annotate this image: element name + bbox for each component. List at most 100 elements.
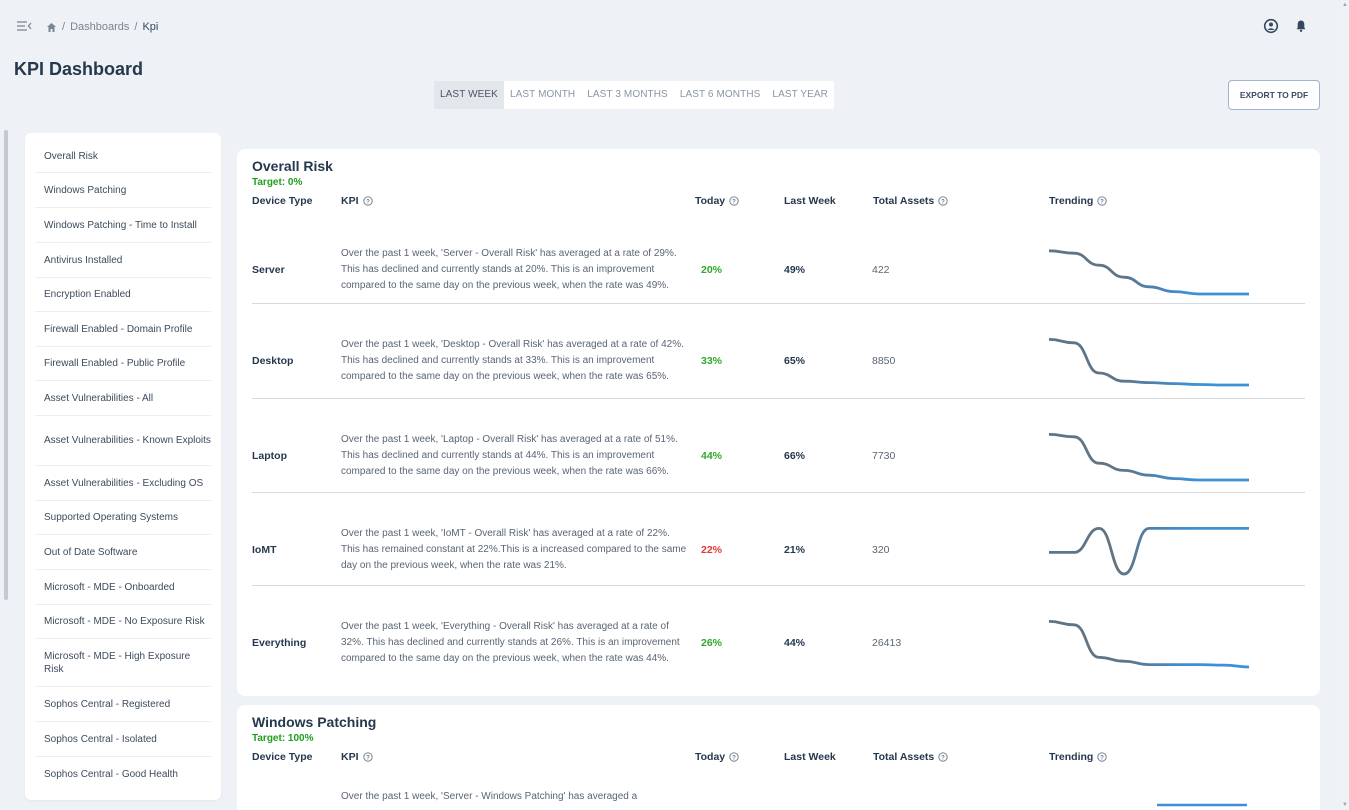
- trend-line: [1049, 433, 1249, 482]
- svg-text:?: ?: [366, 755, 370, 761]
- total-assets-value: 320: [872, 544, 890, 556]
- sidebar-item-firewall-domain[interactable]: Firewall Enabled - Domain Profile: [35, 312, 211, 347]
- kpi-description: Over the past 1 week, 'IoMT - Overall Ri…: [341, 528, 687, 571]
- sidebar-item-windows-patching[interactable]: Windows Patching: [35, 173, 211, 208]
- device-type: IoMT: [252, 544, 277, 556]
- home-icon[interactable]: [46, 22, 57, 33]
- device-type: Laptop: [252, 450, 287, 462]
- header-last-week: Last Week: [784, 751, 836, 763]
- period-tabs: LAST WEEK LAST MONTH LAST 3 MONTHS LAST …: [434, 81, 834, 109]
- tab-last-month[interactable]: LAST MONTH: [504, 81, 581, 109]
- trend-line: [1049, 620, 1249, 669]
- device-type: Desktop: [252, 355, 294, 367]
- overall-risk-panel: Overall Risk Target: 0% Device Type KPI?…: [237, 149, 1320, 696]
- panel-title: Windows Patching: [252, 714, 377, 730]
- kpi-description: Over the past 1 week, 'Everything - Over…: [341, 621, 680, 664]
- last-week-value: 44%: [784, 637, 806, 649]
- sidebar-item-encryption[interactable]: Encryption Enabled: [35, 278, 211, 312]
- device-type: Server: [252, 264, 285, 276]
- svg-text:?: ?: [941, 199, 945, 205]
- trend-sparkline: [1157, 803, 1247, 807]
- sidebar-item-out-of-date-software[interactable]: Out of Date Software: [35, 535, 211, 570]
- scroll-up-icon[interactable]: ▲: [1342, 2, 1348, 8]
- svg-text:?: ?: [1101, 755, 1105, 761]
- trend-line: [1049, 249, 1249, 296]
- last-week-value: 49%: [784, 264, 806, 276]
- kpi-sidebar: Overall Risk Windows Patching Windows Pa…: [25, 133, 221, 800]
- trend-sparkline: [1049, 249, 1249, 296]
- last-week-value: 21%: [784, 544, 806, 556]
- total-assets-value: 26413: [872, 637, 902, 649]
- bell-icon[interactable]: [1293, 18, 1309, 34]
- sidebar-item-antivirus[interactable]: Antivirus Installed: [35, 243, 211, 278]
- sidebar-item-vuln-excluding-os[interactable]: Asset Vulnerabilities - Excluding OS: [35, 466, 211, 501]
- header-device-type: Device Type: [252, 195, 313, 207]
- header-today: Today?: [695, 195, 739, 207]
- svg-text:?: ?: [941, 755, 945, 761]
- breadcrumb-separator: /: [134, 21, 138, 33]
- kpi-description: Over the past 1 week, 'Server - Overall …: [341, 248, 677, 291]
- help-icon[interactable]: ?: [362, 196, 373, 206]
- header-total-assets: Total Assets?: [873, 195, 948, 207]
- kpi-description: Over the past 1 week, 'Server - Windows …: [341, 791, 638, 802]
- sidebar-item-supported-os[interactable]: Supported Operating Systems: [35, 501, 211, 535]
- sidebar-item-sophos-good-health[interactable]: Sophos Central - Good Health: [35, 757, 211, 792]
- help-icon[interactable]: ?: [938, 752, 948, 762]
- row-divider: [252, 585, 1305, 586]
- help-icon[interactable]: ?: [1097, 196, 1107, 206]
- header-trending: Trending?: [1049, 195, 1107, 207]
- header-kpi: KPI?: [341, 751, 373, 763]
- window-scrollbar[interactable]: ▲ ▼: [1341, 0, 1349, 810]
- tab-last-week[interactable]: LAST WEEK: [434, 81, 504, 109]
- tab-last-year[interactable]: LAST YEAR: [766, 81, 834, 109]
- today-value: 26%: [701, 637, 723, 649]
- scroll-down-icon[interactable]: ▼: [1342, 802, 1348, 808]
- tab-last-6-months[interactable]: LAST 6 MONTHS: [674, 81, 767, 109]
- header-today: Today?: [695, 751, 739, 763]
- help-icon[interactable]: ?: [1097, 752, 1107, 762]
- header-trending: Trending?: [1049, 751, 1107, 763]
- page-title: KPI Dashboard: [14, 59, 144, 79]
- svg-text:?: ?: [732, 199, 736, 205]
- help-icon[interactable]: ?: [362, 752, 373, 762]
- sidebar-item-mde-onboarded[interactable]: Microsoft - MDE - Onboarded: [35, 570, 211, 605]
- device-type: Everything: [252, 637, 307, 649]
- breadcrumb: / Dashboards / Kpi: [46, 21, 158, 33]
- account-icon[interactable]: [1263, 18, 1279, 34]
- windows-patching-panel: Windows Patching Target: 100% Device Typ…: [237, 705, 1320, 810]
- sidebar-item-sophos-isolated[interactable]: Sophos Central - Isolated: [35, 722, 211, 757]
- total-assets-value: 7730: [872, 450, 896, 462]
- kpi-description: Over the past 1 week, 'Desktop - Overall…: [341, 339, 684, 382]
- sidebar-item-mde-high-exposure[interactable]: Microsoft - MDE - High Exposure Risk: [35, 639, 211, 687]
- today-value: 20%: [701, 264, 723, 276]
- trend-sparkline: [1049, 620, 1249, 669]
- trend-sparkline: [1049, 338, 1249, 387]
- trend-sparkline: [1049, 433, 1249, 482]
- sidebar-item-vuln-known-exploits[interactable]: Asset Vulnerabilities - Known Exploits: [35, 416, 211, 466]
- sidebar-item-overall-risk[interactable]: Overall Risk: [35, 141, 211, 173]
- row-divider: [252, 492, 1305, 493]
- export-to-pdf-button[interactable]: EXPORT TO PDF: [1228, 80, 1320, 110]
- breadcrumb-dashboards[interactable]: Dashboards: [70, 21, 129, 33]
- top-bar: / Dashboards / Kpi: [0, 0, 1349, 56]
- today-value: 44%: [701, 450, 723, 462]
- today-value: 33%: [701, 355, 723, 367]
- help-icon[interactable]: ?: [938, 196, 948, 206]
- breadcrumb-separator: /: [62, 21, 66, 33]
- last-week-value: 65%: [784, 355, 806, 367]
- page-scrollbar[interactable]: [4, 130, 8, 600]
- menu-collapse-icon[interactable]: [16, 20, 32, 34]
- sidebar-item-firewall-public[interactable]: Firewall Enabled - Public Profile: [35, 347, 211, 381]
- row-divider: [252, 303, 1305, 304]
- trend-sparkline: [1049, 526, 1249, 576]
- sidebar-item-windows-patching-time[interactable]: Windows Patching - Time to Install: [35, 208, 211, 243]
- tab-last-3-months[interactable]: LAST 3 MONTHS: [581, 81, 674, 109]
- total-assets-value: 8850: [872, 355, 896, 367]
- help-icon[interactable]: ?: [729, 196, 739, 206]
- trend-line: [1049, 338, 1249, 387]
- sidebar-item-sophos-registered[interactable]: Sophos Central - Registered: [35, 687, 211, 722]
- last-week-value: 66%: [784, 450, 806, 462]
- sidebar-item-vuln-all[interactable]: Asset Vulnerabilities - All: [35, 381, 211, 416]
- sidebar-item-mde-no-exposure[interactable]: Microsoft - MDE - No Exposure Risk: [35, 605, 211, 639]
- help-icon[interactable]: ?: [729, 752, 739, 762]
